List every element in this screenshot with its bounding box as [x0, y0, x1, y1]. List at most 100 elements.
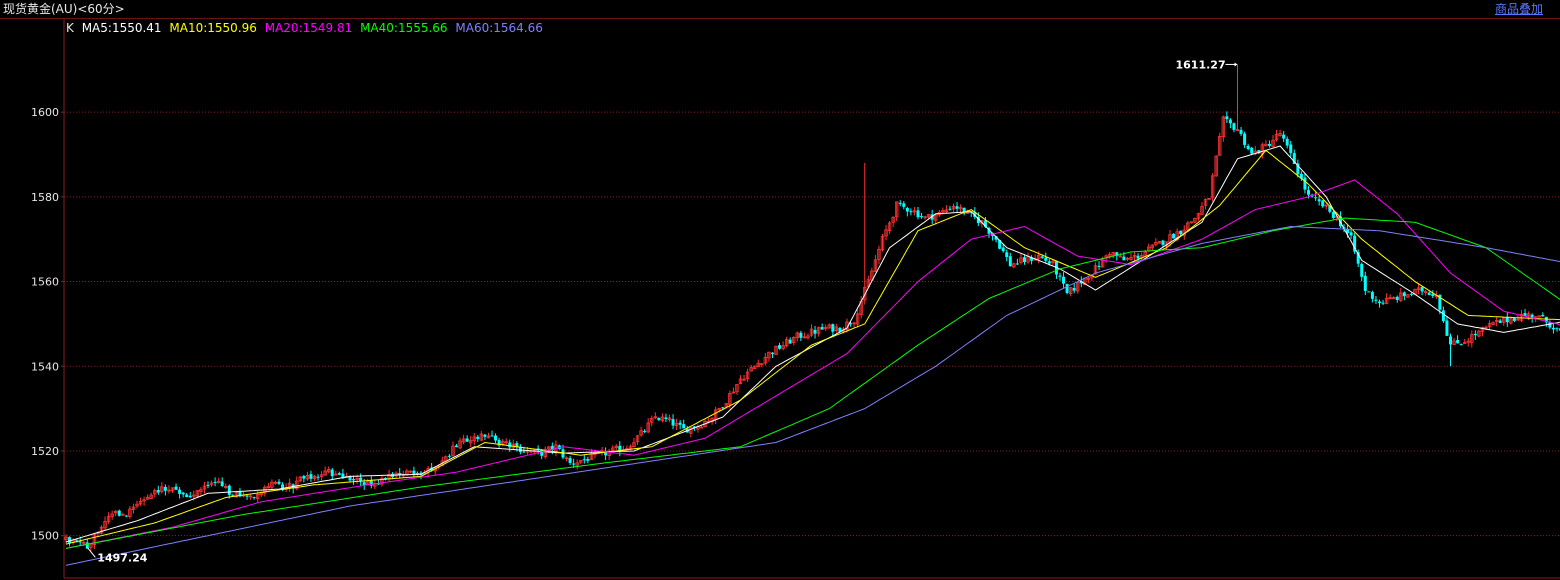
- candle-body-down: [1065, 284, 1069, 293]
- candle-body-down: [185, 494, 189, 498]
- candle-body-down: [1097, 265, 1101, 267]
- candle-body-down: [1303, 177, 1307, 190]
- candle-body-down: [75, 539, 79, 541]
- candle-body-down: [1427, 292, 1431, 295]
- candle-body-down: [447, 455, 451, 457]
- candle-body-down: [174, 486, 178, 490]
- candle-body-down: [362, 482, 366, 486]
- candle-body-down: [1441, 310, 1445, 322]
- candle-body-down: [1548, 322, 1552, 328]
- candle-body-down: [1005, 252, 1009, 257]
- candle-body-down: [252, 497, 256, 499]
- candle-body-down: [1023, 257, 1026, 262]
- candle-body-down: [1285, 138, 1289, 146]
- candle-body-down: [1243, 133, 1247, 145]
- candle-body-down: [831, 324, 835, 332]
- candle-body-down: [330, 469, 334, 477]
- candle-body-down: [682, 424, 686, 429]
- candle-body-down: [770, 352, 774, 354]
- candle-body-down: [117, 510, 121, 516]
- candle-body-down: [522, 451, 526, 453]
- candle-body-down: [1498, 320, 1502, 323]
- candle-body-down: [78, 541, 82, 543]
- candle-body-down: [1282, 134, 1286, 139]
- grid-layer: [63, 19, 1560, 579]
- candle-body-down: [955, 206, 959, 209]
- candle-body-down: [1136, 255, 1140, 259]
- candle-body-down: [465, 438, 469, 442]
- candle-body-down: [1040, 256, 1044, 258]
- candle-body-down: [799, 332, 803, 338]
- candle-body-down: [582, 459, 586, 461]
- candle-body-down: [902, 203, 906, 207]
- candle-body-down: [1317, 199, 1321, 202]
- candle-body-down: [337, 473, 341, 475]
- candle-body-down: [920, 216, 924, 218]
- ma-line-ma60: [65, 225, 1560, 566]
- candle-body-down: [1267, 143, 1271, 146]
- high-price-label: 1611.27: [1176, 58, 1226, 71]
- candle-body-down: [245, 495, 249, 497]
- candle-body-down: [1378, 301, 1381, 303]
- candle-body-down: [1363, 275, 1367, 291]
- candle-body-down: [309, 474, 313, 479]
- candle-body-down: [1239, 129, 1243, 134]
- candle-body-down: [1044, 257, 1048, 261]
- candle-body-down: [820, 327, 824, 330]
- candle-body-down: [1551, 327, 1555, 330]
- candle-body-down: [277, 481, 281, 484]
- candle-body-down: [1381, 302, 1385, 304]
- candle-body-down: [181, 492, 185, 495]
- candle-body-down: [657, 417, 661, 421]
- y-tick-label: 1520: [31, 445, 59, 458]
- candle-body-down: [1473, 333, 1477, 336]
- candle-body-down: [916, 210, 920, 218]
- candle-body-down: [678, 422, 682, 425]
- candle-body-up: [1118, 255, 1123, 258]
- candle-body-down: [1431, 294, 1435, 296]
- candle-body-down: [1289, 144, 1293, 154]
- candle-body-down: [1409, 293, 1413, 295]
- candle-body-down: [1314, 197, 1318, 199]
- candle-body-down: [1228, 119, 1232, 124]
- candle-body-down: [905, 208, 909, 212]
- candle-body-down: [1555, 328, 1559, 330]
- candle-body-down: [572, 463, 576, 465]
- candle-body-down: [1179, 230, 1183, 235]
- candle-body-down: [1062, 276, 1066, 284]
- candle-body-down: [721, 407, 725, 409]
- candle-body-down: [412, 470, 416, 474]
- y-tick-label: 1500: [31, 530, 59, 543]
- candle-body-down: [455, 445, 458, 448]
- candle-body-down: [1367, 291, 1371, 293]
- candle-body-down: [671, 419, 675, 426]
- candle-body-down: [1015, 263, 1019, 265]
- candle-body-down: [220, 481, 224, 486]
- candle-body-down: [124, 515, 128, 517]
- candle-body-down: [788, 339, 792, 344]
- candle-body-down: [476, 436, 480, 439]
- y-tick-label: 1580: [31, 191, 59, 204]
- candle-body-down: [1449, 336, 1452, 345]
- candle-body-down: [1349, 232, 1353, 236]
- candle-body-down: [1374, 299, 1378, 301]
- candle-body-down: [1523, 313, 1527, 316]
- candle-body-down: [494, 435, 498, 441]
- candle-body-down: [1047, 261, 1051, 264]
- candle-body-down: [508, 442, 512, 448]
- y-tick-label: 1560: [31, 276, 59, 289]
- candle-body-down: [1161, 240, 1165, 245]
- candle-body-down: [302, 476, 306, 479]
- candle-body-down: [1512, 318, 1516, 321]
- candle-body-down: [1246, 145, 1250, 149]
- candle-body-down: [1456, 340, 1460, 344]
- candle-body-down: [1307, 190, 1310, 195]
- candle-body-down: [1225, 116, 1229, 120]
- candle-body-down: [483, 434, 487, 437]
- candle-body-down: [1331, 211, 1335, 218]
- candle-body-down: [163, 486, 167, 491]
- candlestick-chart[interactable]: 1611.27 1497.24 1500 1520 1540 1560 1580 1600: [0, 0, 1560, 580]
- candle-body-down: [1370, 292, 1374, 299]
- ma-line-ma40: [65, 217, 1560, 549]
- candle-body-down: [1001, 247, 1005, 252]
